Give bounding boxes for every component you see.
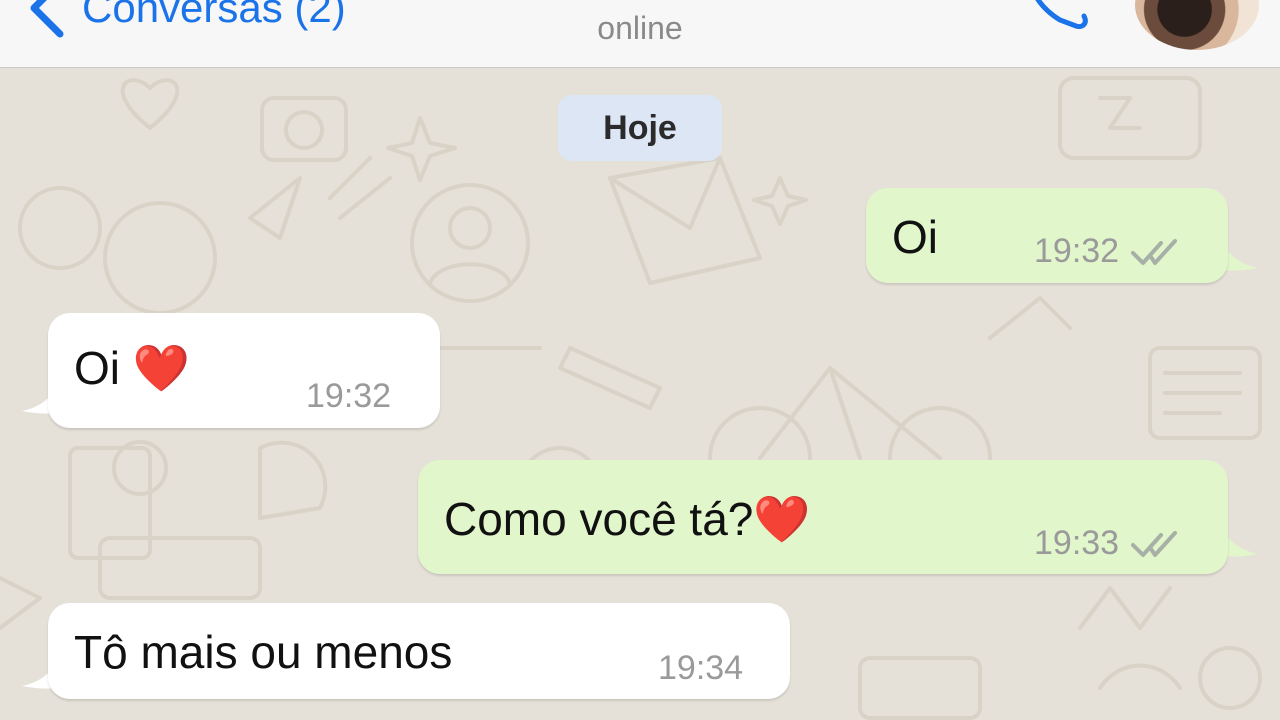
message-meta: 19:33 <box>1034 524 1183 563</box>
double-check-icon <box>1131 530 1178 557</box>
double-check-icon <box>1131 238 1178 265</box>
message-time: 19:33 <box>1034 524 1120 562</box>
day-separator: Hoje <box>558 95 722 161</box>
message-meta: 19:34 <box>658 649 743 688</box>
message-text: Como você tá?❤️ <box>444 493 811 545</box>
message-text: Oi ❤️ <box>74 342 191 394</box>
message-time: 19:34 <box>658 649 744 687</box>
chat-header: Conversas (2) online <box>0 0 1280 68</box>
phone-icon[interactable] <box>1018 0 1098 30</box>
message-meta: 19:32 <box>1034 232 1183 271</box>
message-incoming[interactable]: Oi ❤️ 19:32 <box>48 313 440 428</box>
message-time: 19:32 <box>1034 232 1120 270</box>
message-incoming[interactable]: Tô mais ou menos 19:34 <box>48 603 790 699</box>
message-outgoing[interactable]: Como você tá?❤️ 19:33 <box>418 460 1228 574</box>
message-text: Tô mais ou menos <box>74 626 453 678</box>
message-text: Oi <box>892 211 938 263</box>
message-time: 19:32 <box>306 377 392 415</box>
message-meta: 19:32 <box>306 377 391 416</box>
message-outgoing[interactable]: Oi 19:32 <box>866 188 1228 283</box>
